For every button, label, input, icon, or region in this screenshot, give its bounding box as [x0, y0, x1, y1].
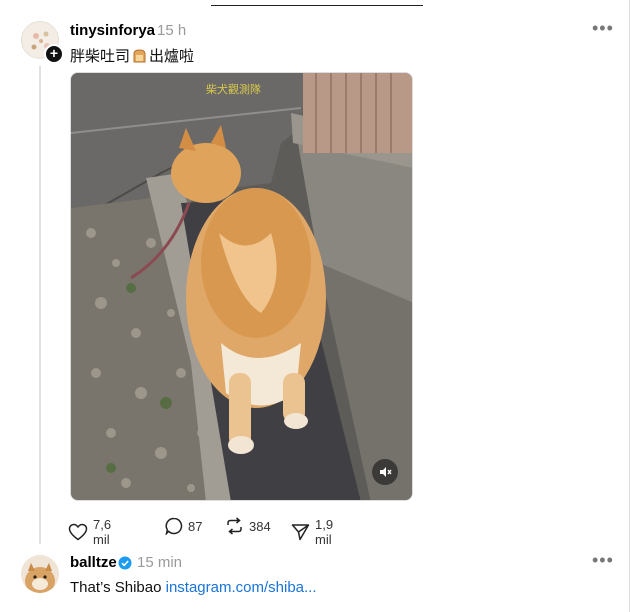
reply-post: balltze 15 min ••• That’s Shibao instagr… [0, 548, 630, 612]
video-watermark: 柴犬觀測隊 [206, 82, 261, 96]
like-button[interactable]: 7,6 mil [68, 517, 111, 547]
timestamp[interactable]: 15 h [157, 22, 186, 39]
verified-badge-icon [118, 556, 132, 575]
thread-post: + tinysinforya 15 h ••• 胖柴吐司 出爐啦 柴犬觀測隊 7… [0, 0, 630, 547]
more-icon[interactable]: ••• [592, 550, 614, 571]
post-caption: 胖柴吐司 出爐啦 [70, 45, 194, 67]
username[interactable]: balltze [70, 554, 117, 571]
caption-text-2: 出爐啦 [149, 48, 195, 65]
timestamp[interactable]: 15 min [137, 554, 182, 571]
avatar[interactable] [21, 555, 59, 593]
caption-text: 胖柴吐司 [70, 48, 131, 65]
caption-link[interactable]: instagram.com/shiba... [166, 579, 317, 596]
thread-connector [39, 66, 41, 544]
follow-plus-icon[interactable]: + [44, 44, 64, 64]
heart-icon [68, 523, 88, 541]
post-caption: That’s Shibao instagram.com/shiba... [70, 579, 317, 596]
repost-icon [227, 517, 242, 535]
share-button[interactable]: 1,9 mil [291, 517, 333, 547]
caption-text: That’s Shibao [70, 579, 162, 596]
more-icon[interactable]: ••• [592, 18, 614, 39]
like-count: 7,6 mil [93, 517, 112, 547]
username[interactable]: tinysinforya [70, 22, 155, 39]
comment-button[interactable]: 87 [165, 517, 202, 535]
comment-icon [165, 517, 183, 535]
share-count: 1,9 mil [315, 517, 334, 547]
video-frame: 柴犬觀測隊 [71, 73, 412, 500]
comment-count: 87 [188, 518, 203, 534]
share-icon [291, 524, 310, 541]
repost-count: 384 [249, 518, 271, 534]
mute-icon[interactable] [372, 459, 398, 485]
video-player[interactable]: 柴犬觀測隊 [70, 72, 413, 501]
toast-icon [132, 49, 147, 67]
repost-button[interactable]: 384 [225, 517, 271, 535]
